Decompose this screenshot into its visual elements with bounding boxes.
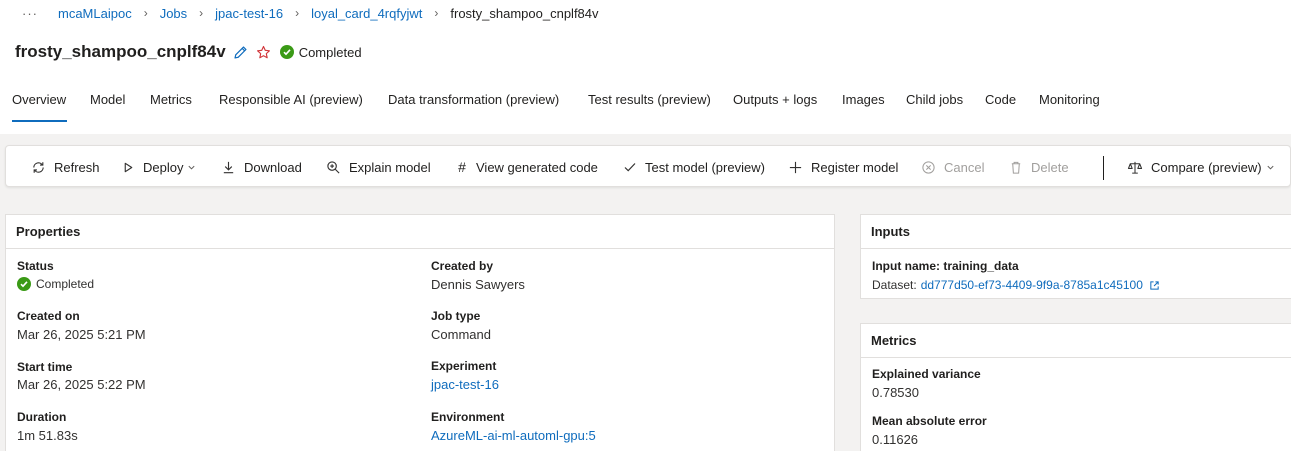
zoom-in-icon <box>326 160 341 175</box>
register-model-label: Register model <box>811 159 899 175</box>
experiment-link[interactable]: jpac-test-16 <box>431 377 499 392</box>
view-generated-code-label: View generated code <box>476 159 598 175</box>
tab-images[interactable]: Images <box>842 92 885 122</box>
tab-overview[interactable]: Overview <box>12 92 67 122</box>
checkmark-circle-icon <box>279 45 294 59</box>
start-time-label: Start time <box>17 360 73 374</box>
tab-responsible-ai[interactable]: Responsible AI (preview) <box>219 92 366 122</box>
compare-label: Compare (preview) <box>1151 159 1262 175</box>
tab-outputs-logs[interactable]: Outputs + logs <box>733 92 820 122</box>
metrics-title: Metrics <box>861 324 1291 358</box>
explained-variance-value: 0.78530 <box>872 385 919 400</box>
tab-model[interactable]: Model <box>90 92 127 122</box>
created-by-value: Dennis Sawyers <box>431 277 525 292</box>
created-on-value: Mar 26, 2025 5:21 PM <box>17 327 146 342</box>
cancel-circle-icon <box>921 160 936 175</box>
created-on-label: Created on <box>17 309 80 323</box>
properties-card: Properties Status Completed Created on M… <box>5 214 835 451</box>
title-row: frosty_shampoo_cnplf84v Completed <box>15 41 362 63</box>
created-by-label: Created by <box>431 259 494 273</box>
plus-icon <box>788 160 803 175</box>
duration-value: 1m 51.83s <box>17 428 78 443</box>
refresh-label: Refresh <box>54 159 100 175</box>
experiment-label: Experiment <box>431 359 497 373</box>
mae-value: 0.11626 <box>872 432 919 447</box>
inputs-title: Inputs <box>861 215 1291 249</box>
download-icon <box>221 160 236 175</box>
refresh-button[interactable]: Refresh <box>31 158 100 176</box>
breadcrumb-workspace-link[interactable]: mcaMLaipoc <box>58 6 132 21</box>
tab-bar: Overview Model Metrics Responsible AI (p… <box>12 92 1106 122</box>
delete-button[interactable]: Delete <box>1009 158 1069 176</box>
chevron-down-icon <box>1266 163 1275 172</box>
checkmark-icon <box>623 160 637 174</box>
toolbar-divider <box>1103 156 1104 180</box>
metrics-card: Metrics Explained variance 0.78530 Mean … <box>860 323 1291 451</box>
tab-data-transformation[interactable]: Data transformation (preview) <box>388 92 566 122</box>
edit-pencil-icon[interactable] <box>233 45 248 60</box>
deploy-button[interactable]: Deploy <box>122 158 196 176</box>
favorite-star-icon[interactable] <box>256 45 271 60</box>
refresh-icon <box>31 160 46 175</box>
tab-test-results[interactable]: Test results (preview) <box>588 92 711 122</box>
chevron-right-icon: › <box>434 6 439 20</box>
tab-child-jobs[interactable]: Child jobs <box>906 92 964 122</box>
start-time-value: Mar 26, 2025 5:22 PM <box>17 377 146 392</box>
page-title: frosty_shampoo_cnplf84v <box>15 42 226 61</box>
breadcrumb: ··· mcaMLaipoc › Jobs › jpac-test-16 › l… <box>22 5 599 21</box>
breadcrumb-overflow-button[interactable]: ··· <box>22 6 38 21</box>
test-model-button[interactable]: Test model (preview) <box>623 158 765 176</box>
compare-button[interactable]: Compare (preview) <box>1127 158 1275 176</box>
duration-label: Duration <box>17 410 67 424</box>
deploy-label: Deploy <box>143 159 184 175</box>
open-external-icon[interactable] <box>1149 280 1160 291</box>
environment-label: Environment <box>431 410 505 424</box>
trash-icon <box>1009 160 1023 175</box>
play-icon <box>122 161 135 174</box>
chevron-right-icon: › <box>295 6 300 20</box>
breadcrumb-experiment-link[interactable]: jpac-test-16 <box>215 6 283 21</box>
breadcrumb-jobs-link[interactable]: Jobs <box>160 6 187 21</box>
chevron-right-icon: › <box>143 6 148 20</box>
job-type-value: Command <box>431 327 491 342</box>
chevron-right-icon: › <box>199 6 204 20</box>
download-button[interactable]: Download <box>221 158 302 176</box>
explain-model-button[interactable]: Explain model <box>326 158 431 176</box>
input-name-label: Input name: training_data <box>872 259 1019 273</box>
properties-title: Properties <box>6 215 834 249</box>
explain-model-label: Explain model <box>349 159 431 175</box>
status-text: Completed <box>298 44 362 60</box>
chevron-down-icon <box>187 163 196 172</box>
mae-label: Mean absolute error <box>872 414 987 428</box>
page-header: ··· mcaMLaipoc › Jobs › jpac-test-16 › l… <box>0 0 1291 134</box>
dataset-label: Dataset: <box>872 278 917 292</box>
command-bar: Refresh Deploy Download Explain model # … <box>5 145 1291 187</box>
test-model-label: Test model (preview) <box>645 159 765 175</box>
dataset-link[interactable]: dd777d50-ef73-4409-9f9a-8785a1c45100 <box>921 278 1143 292</box>
tab-code[interactable]: Code <box>985 92 1018 122</box>
hash-icon: # <box>458 159 466 175</box>
view-generated-code-button[interactable]: # View generated code <box>456 158 598 176</box>
status-badge: Completed <box>279 44 362 60</box>
tab-monitoring[interactable]: Monitoring <box>1039 92 1106 122</box>
inputs-card: Inputs Input name: training_data Dataset… <box>860 214 1291 299</box>
scale-icon <box>1127 160 1143 175</box>
status-value-text: Completed <box>36 277 95 291</box>
breadcrumb-parent-job-link[interactable]: loyal_card_4rqfyjwt <box>311 6 422 21</box>
checkmark-circle-icon <box>17 277 31 291</box>
cancel-button[interactable]: Cancel <box>921 158 984 176</box>
explained-variance-label: Explained variance <box>872 367 981 381</box>
breadcrumb-current: frosty_shampoo_cnplf84v <box>450 5 599 21</box>
status-value: Completed <box>17 277 94 291</box>
delete-label: Delete <box>1031 159 1069 175</box>
tab-metrics[interactable]: Metrics <box>150 92 197 122</box>
dataset-row: Dataset: dd777d50-ef73-4409-9f9a-8785a1c… <box>872 278 1160 292</box>
download-label: Download <box>244 159 302 175</box>
environment-link[interactable]: AzureML-ai-ml-automl-gpu:5 <box>431 428 596 443</box>
cancel-label: Cancel <box>944 159 985 175</box>
job-type-label: Job type <box>431 309 481 323</box>
status-label: Status <box>17 259 54 273</box>
register-model-button[interactable]: Register model <box>788 158 898 176</box>
